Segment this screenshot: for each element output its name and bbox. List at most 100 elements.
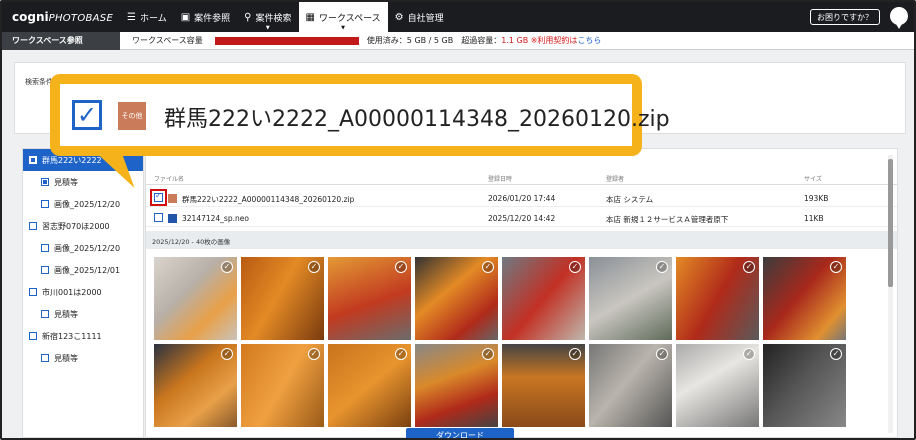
checkbox[interactable]: [154, 213, 163, 222]
photo-thumbnail[interactable]: ✓: [154, 257, 237, 340]
checkbox[interactable]: [29, 156, 37, 164]
file-user: 本店 新規１２サービスＡ管理者原下: [606, 215, 729, 224]
check-circle-icon[interactable]: ✓: [830, 261, 842, 273]
tree-item[interactable]: 新宿123こ1111: [23, 325, 143, 347]
callout-content: ✓ その他 群馬222い2222_A00000114348_20260120.z…: [60, 84, 670, 146]
photo-thumbnail[interactable]: ✓: [502, 257, 585, 340]
workspace-icon: ▦: [305, 11, 315, 23]
header-user: 登録者: [606, 176, 625, 183]
check-circle-icon[interactable]: ✓: [308, 261, 320, 273]
file-user: 本店 システム: [606, 195, 654, 204]
check-circle-icon[interactable]: ✓: [656, 261, 668, 273]
nav-case-search[interactable]: ⚲ 案件検索 ▼: [237, 2, 298, 32]
photo-thumbnail[interactable]: ✓: [241, 257, 324, 340]
scrollbar-thumb[interactable]: [888, 159, 893, 287]
check-circle-icon[interactable]: ✓: [569, 348, 581, 360]
header-date: 登録日時: [488, 176, 513, 183]
download-button[interactable]: ダウンロード: [406, 428, 514, 438]
avatar[interactable]: [890, 7, 908, 29]
header-name: ファイル名: [154, 176, 185, 183]
nav-workspace[interactable]: ▦ ワークスペース ▼: [298, 2, 388, 32]
checkbox[interactable]: [29, 288, 37, 296]
photo-thumbnail[interactable]: ✓: [328, 344, 411, 427]
photo-thumbnail[interactable]: ✓: [589, 344, 672, 427]
file-name[interactable]: 群馬222い2222_A00000114348_20260120.zip: [182, 194, 354, 205]
check-circle-icon[interactable]: ✓: [221, 348, 233, 360]
photo-thumbnail[interactable]: ✓: [502, 344, 585, 427]
tree-item[interactable]: 画像_2025/12/20: [23, 237, 143, 259]
file-name[interactable]: 32147124_sp.neo: [182, 214, 249, 223]
file-table-header: ファイル名 登録日時 登録者 サイズ: [146, 171, 897, 185]
file-date: 2026/01/20 17:44: [488, 194, 556, 203]
photo-thumbnail[interactable]: ✓: [241, 344, 324, 427]
chevron-down-icon: ▼: [265, 25, 270, 31]
check-circle-icon[interactable]: ✓: [395, 348, 407, 360]
chevron-down-icon: ▼: [341, 25, 345, 31]
check-circle-icon[interactable]: ✓: [395, 261, 407, 273]
check-circle-icon[interactable]: ✓: [308, 348, 320, 360]
file-size: 11KB: [804, 214, 824, 223]
check-circle-icon[interactable]: ✓: [656, 348, 668, 360]
tree-item[interactable]: 見積等: [23, 347, 143, 369]
capacity-used: 使用済み：5 GB / 5 GB: [366, 36, 454, 45]
capacity-over-value: 1.1 GB ※利用契約は: [501, 36, 578, 45]
help-button[interactable]: お困りですか？: [810, 9, 880, 25]
photo-thumbnail[interactable]: ✓: [154, 344, 237, 427]
checkbox[interactable]: [29, 332, 37, 340]
checkbox[interactable]: [41, 244, 49, 252]
checkbox[interactable]: [41, 266, 49, 274]
check-circle-icon[interactable]: ✓: [569, 261, 581, 273]
check-circle-icon[interactable]: ✓: [482, 261, 494, 273]
photo-thumbnail[interactable]: ✓: [676, 344, 759, 427]
checkbox-checked-icon: ✓: [72, 100, 102, 130]
checkbox[interactable]: [41, 200, 49, 208]
neo-file-icon: [168, 214, 177, 223]
table-row[interactable]: 群馬222い2222_A00000114348_20260120.zip 202…: [146, 189, 897, 207]
logo[interactable]: cogniPHOTOBASE: [12, 10, 120, 24]
tree-item[interactable]: 画像_2025/12/01: [23, 259, 143, 281]
tree-item[interactable]: 見積等: [23, 303, 143, 325]
nav-case-view[interactable]: ▣ 案件参照: [174, 2, 237, 32]
check-circle-icon[interactable]: ✓: [743, 348, 755, 360]
checkbox[interactable]: [41, 310, 49, 318]
capacity-over-label: 超過容量：: [461, 36, 502, 45]
check-circle-icon[interactable]: ✓: [743, 261, 755, 273]
nav-company-admin[interactable]: ⚙ 自社管理: [388, 2, 451, 32]
photo-thumbnail[interactable]: ✓: [763, 344, 846, 427]
scrollbar[interactable]: [888, 155, 893, 433]
gear-icon: ⚙: [394, 11, 404, 23]
photo-thumbnail[interactable]: ✓: [415, 257, 498, 340]
search-label: 検索条件: [25, 78, 53, 86]
checkbox[interactable]: [29, 222, 37, 230]
zoom-callout: ✓ その他 群馬222い2222_A00000114348_20260120.z…: [50, 74, 670, 156]
capacity-label: ワークスペース容量: [132, 36, 203, 45]
zip-file-icon: その他: [118, 102, 146, 130]
tree-item[interactable]: 習志野070ほ2000: [23, 215, 143, 237]
check-circle-icon[interactable]: ✓: [221, 261, 233, 273]
photo-icon: ▣: [180, 11, 191, 23]
photo-thumbnail[interactable]: ✓: [763, 257, 846, 340]
contract-link[interactable]: こちら: [577, 35, 601, 46]
tree-item[interactable]: 市川001は2000: [23, 281, 143, 303]
table-row[interactable]: 32147124_sp.neo 2025/12/20 14:42 本店 新規１２…: [146, 209, 897, 227]
photo-thumbnail[interactable]: ✓: [415, 344, 498, 427]
folder-tree: 群馬222い2222 見積等 画像_2025/12/20 習志野070ほ2000…: [22, 148, 144, 438]
capacity-meter: [214, 36, 359, 45]
check-circle-icon[interactable]: ✓: [830, 348, 842, 360]
photo-thumbnail[interactable]: ✓: [589, 257, 672, 340]
image-group-header: 2025/12/20 - 40枚の画像: [146, 231, 897, 249]
callout-filename: 群馬222い2222_A00000114348_20260120.zip: [164, 107, 670, 132]
checkbox[interactable]: [41, 178, 49, 186]
file-panel: ファイル名 登録日時 登録者 サイズ 群馬222い2222_A000001143…: [145, 148, 898, 438]
photo-thumbnail[interactable]: ✓: [328, 257, 411, 340]
check-circle-icon[interactable]: ✓: [482, 348, 494, 360]
tree-item[interactable]: 画像_2025/12/20: [23, 193, 143, 215]
photo-thumbnail[interactable]: ✓: [676, 257, 759, 340]
header-size: サイズ: [804, 176, 822, 183]
checkbox[interactable]: [41, 354, 49, 362]
workspace-capacity-bar: ワークスペース参照 ワークスペース容量 使用済み：5 GB / 5 GB 超過容…: [2, 31, 914, 50]
file-date: 2025/12/20 14:42: [488, 214, 556, 223]
nav-home[interactable]: ☰ ホーム: [120, 2, 174, 32]
search-icon: ⚲: [244, 11, 252, 23]
checkbox[interactable]: [154, 191, 163, 202]
